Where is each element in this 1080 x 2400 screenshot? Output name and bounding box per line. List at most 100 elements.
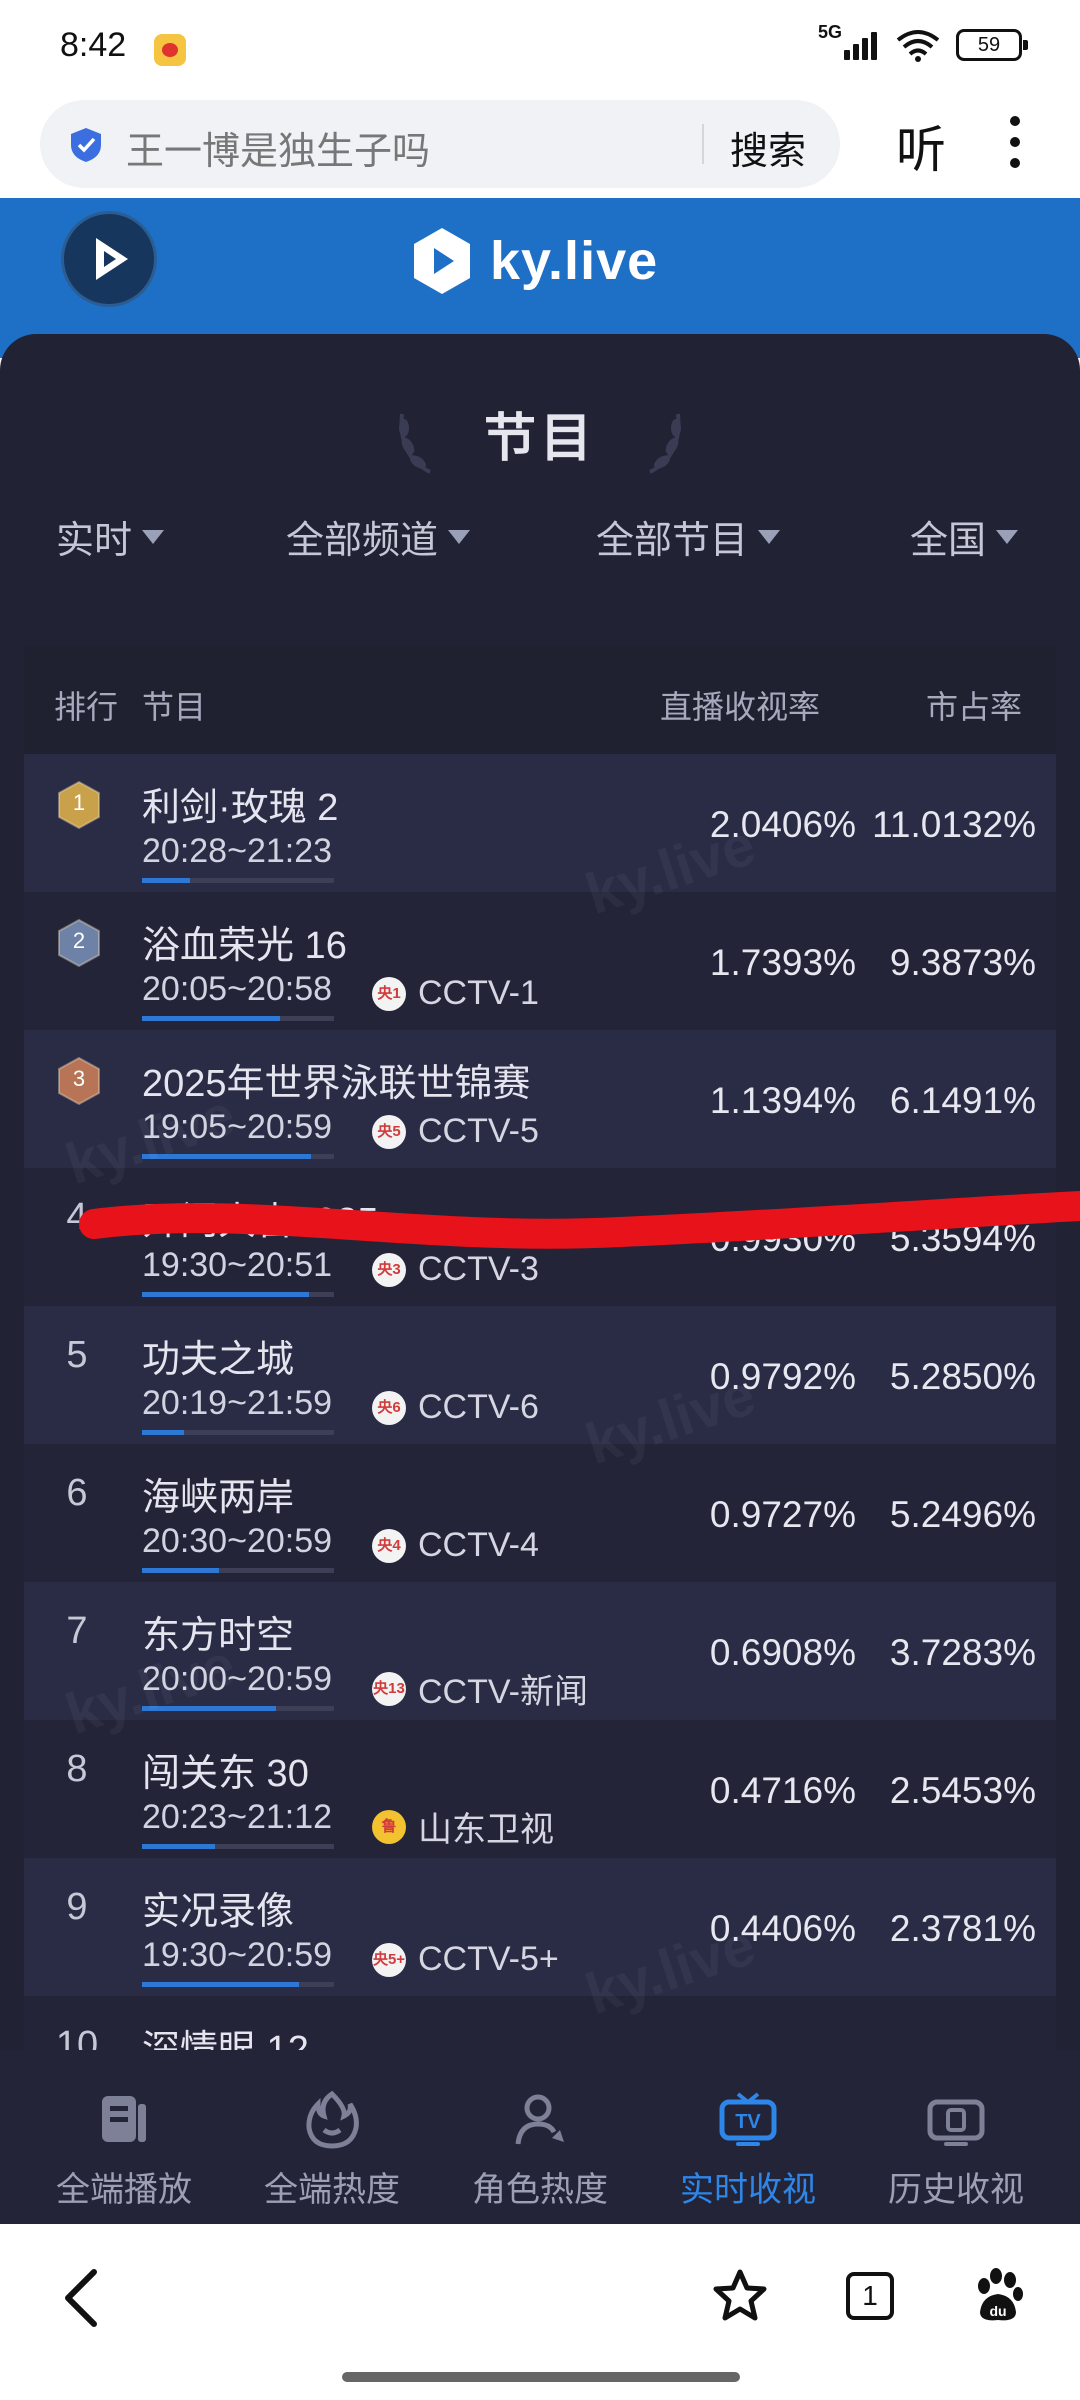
table-row[interactable]: 4 开门大吉2025 19:30~20:51 央3 CCTV-3 0.9930% 5.359… <box>24 1168 1056 1306</box>
svg-text:TV: TV <box>735 2111 761 2133</box>
fire-icon <box>306 2090 359 2149</box>
market-share: 2.3781% <box>889 1908 1036 1949</box>
program-name[interactable]: 功夫之城 <box>142 1328 294 1383</box>
table-row[interactable]: 8 闯关东 30 20:23~21:12 鲁山东卫视 0.4716% 2.5453% <box>24 1720 1056 1858</box>
channel: 央1 CCTV-1 <box>372 974 539 1013</box>
search-input[interactable]: 王一博是独生子吗 搜索 <box>40 100 840 188</box>
more-menu-icon[interactable] <box>1000 114 1030 170</box>
history-icon <box>927 2099 985 2146</box>
table-row[interactable]: 7 东方时空 20:00~20:59 央13 CCTV-新闻 0.6908% 3.7283% <box>24 1582 1056 1720</box>
filter-region[interactable]: 全国 <box>910 509 1019 564</box>
program-name[interactable]: 2025年世界泳联世锦赛 <box>142 1052 531 1107</box>
star-bookmark-icon[interactable] <box>712 2268 768 2324</box>
program-name[interactable]: 利剑·玫瑰 2 <box>142 776 338 831</box>
nav-label: 角色热度 <box>472 2171 608 2209</box>
header-program: 节目 <box>142 689 207 725</box>
filter-channel[interactable]: 全部频道 <box>286 509 471 564</box>
wifi-icon <box>896 30 940 62</box>
battery-icon: 59 <box>956 29 1028 61</box>
market-share: 3.7283% <box>889 1632 1036 1673</box>
brand-hex-icon <box>414 228 470 294</box>
program-progress-fill <box>142 1844 215 1849</box>
table-row[interactable]: 3 2025年世界泳联世锦赛 19:05~20:59 央5 CCTV-5 1.1394% 6… <box>24 1030 1056 1168</box>
program-name[interactable]: 东方时空 <box>142 1604 294 1659</box>
browser-bottom-bar: 1 du <box>0 2224 1080 2400</box>
channel-logo-icon: 央3 <box>372 1252 406 1287</box>
tabs-count-button[interactable]: 1 <box>846 2272 894 2320</box>
live-rating: 0.4406% <box>709 1908 856 1949</box>
document-icon <box>102 2096 146 2142</box>
market-share: 6.1491% <box>889 1080 1036 1121</box>
filter-time[interactable]: 实时 <box>56 509 165 564</box>
channel-name: CCTV-6 <box>418 1388 539 1426</box>
program-time: 20:05~20:58 <box>142 970 333 1008</box>
laurel-right-icon <box>649 413 681 474</box>
person-icon <box>515 2094 564 2145</box>
rank-number: 6 <box>66 1472 88 1514</box>
panel-title-area: 节目 <box>380 364 700 474</box>
live-rating: 0.9792% <box>709 1356 856 1397</box>
brand-name: ky.live <box>490 231 659 291</box>
app-logo-button[interactable] <box>64 214 154 304</box>
program-name[interactable]: 闯关东 30 <box>142 1742 309 1797</box>
nav-realtime-rating[interactable]: TV 实时收视 <box>640 2050 856 2224</box>
channel: 央13 CCTV-新闻 <box>372 1664 588 1713</box>
table-row[interactable]: 9 实况录像 19:30~20:59 央5+ CCTV-5+ 0.4406% 2.3781% <box>24 1858 1056 1996</box>
live-rating: 1.1394% <box>709 1080 856 1121</box>
channel: 央5 CCTV-5 <box>372 1112 539 1151</box>
program-time: 20:28~21:23 <box>142 832 333 870</box>
nav-all-heat[interactable]: 全端热度 <box>224 2050 440 2224</box>
chevron-down-icon <box>758 529 781 544</box>
program-name[interactable]: 开门大吉2025 <box>142 1190 379 1245</box>
program-progress-bar <box>142 878 334 883</box>
channel-logo-icon: 央5+ <box>372 1942 406 1977</box>
program-progress-fill <box>142 1706 276 1711</box>
tv-icon: TV <box>719 2092 777 2146</box>
listen-button[interactable]: 听 <box>896 110 946 182</box>
nav-all-play[interactable]: 全端播放 <box>16 2050 232 2224</box>
nav-label: 历史收视 <box>888 2171 1024 2209</box>
rank-number: 7 <box>66 1610 88 1652</box>
channel-logo-icon: 央4 <box>372 1528 406 1563</box>
brand-logo: ky.live <box>410 226 658 296</box>
play-logo-icon <box>96 238 128 280</box>
svg-text:du: du <box>989 2303 1006 2319</box>
nav-history-rating[interactable]: 历史收视 <box>848 2050 1064 2224</box>
program-progress-fill <box>142 1982 299 1987</box>
live-rating: 1.7393% <box>709 942 856 983</box>
program-progress-bar <box>142 1706 334 1711</box>
live-rating: 2.0406% <box>709 804 856 845</box>
channel-logo-icon: 央1 <box>372 976 406 1011</box>
search-button[interactable]: 搜索 <box>730 120 806 175</box>
market-share: 5.3594% <box>889 1218 1036 1259</box>
weibo-notification-icon <box>154 34 186 66</box>
program-progress-bar <box>142 1154 334 1159</box>
browser-toolbar: 王一博是独生子吗 搜索 听 <box>0 96 1080 198</box>
program-progress-bar <box>142 1844 334 1849</box>
market-share: 9.3873% <box>889 942 1036 983</box>
nav-role-heat[interactable]: 角色热度 <box>432 2050 648 2224</box>
channel-name: 山东卫视 <box>418 1811 554 1849</box>
table-row[interactable]: 1 利剑·玫瑰 2 20:28~21:23 2.0406% 11.0132% <box>24 754 1056 892</box>
table-row[interactable]: 6 海峡两岸 20:30~20:59 央4 CCTV-4 0.9727% 5.2496% <box>24 1444 1056 1582</box>
program-progress-fill <box>142 878 190 883</box>
rank-medal-icon: 1 <box>56 780 102 830</box>
ratings-panel: 节目 实时 全部频道 全部节目 全国 排行 节目 直播收视率 市占率 1 利剑·玫… <box>0 334 1080 2224</box>
market-share: 11.0132% <box>872 804 1036 845</box>
program-progress-bar <box>142 1982 334 1987</box>
program-name[interactable]: 浴血荣光 16 <box>142 914 347 969</box>
filter-program[interactable]: 全部节目 <box>596 509 781 564</box>
status-time: 8:42 <box>60 26 127 64</box>
market-share: 2.5453% <box>889 1770 1036 1811</box>
nav-label: 全端播放 <box>56 2171 192 2209</box>
home-indicator <box>342 2372 740 2382</box>
table-row[interactable]: 2 浴血荣光 16 20:05~20:58 央1 CCTV-1 1.7393% 9.3873… <box>24 892 1056 1030</box>
program-name[interactable]: 海峡两岸 <box>142 1466 294 1521</box>
baidu-paw-icon[interactable]: du <box>970 2266 1026 2326</box>
market-share: 5.2496% <box>889 1494 1036 1535</box>
program-name[interactable]: 实况录像 <box>142 1880 294 1935</box>
back-arrow-icon[interactable] <box>60 2266 104 2330</box>
filter-region-label: 全国 <box>910 520 987 562</box>
table-row[interactable]: 5 功夫之城 20:19~21:59 央6 CCTV-6 0.9792% 5.2850% <box>24 1306 1056 1444</box>
program-progress-fill <box>142 1568 219 1573</box>
